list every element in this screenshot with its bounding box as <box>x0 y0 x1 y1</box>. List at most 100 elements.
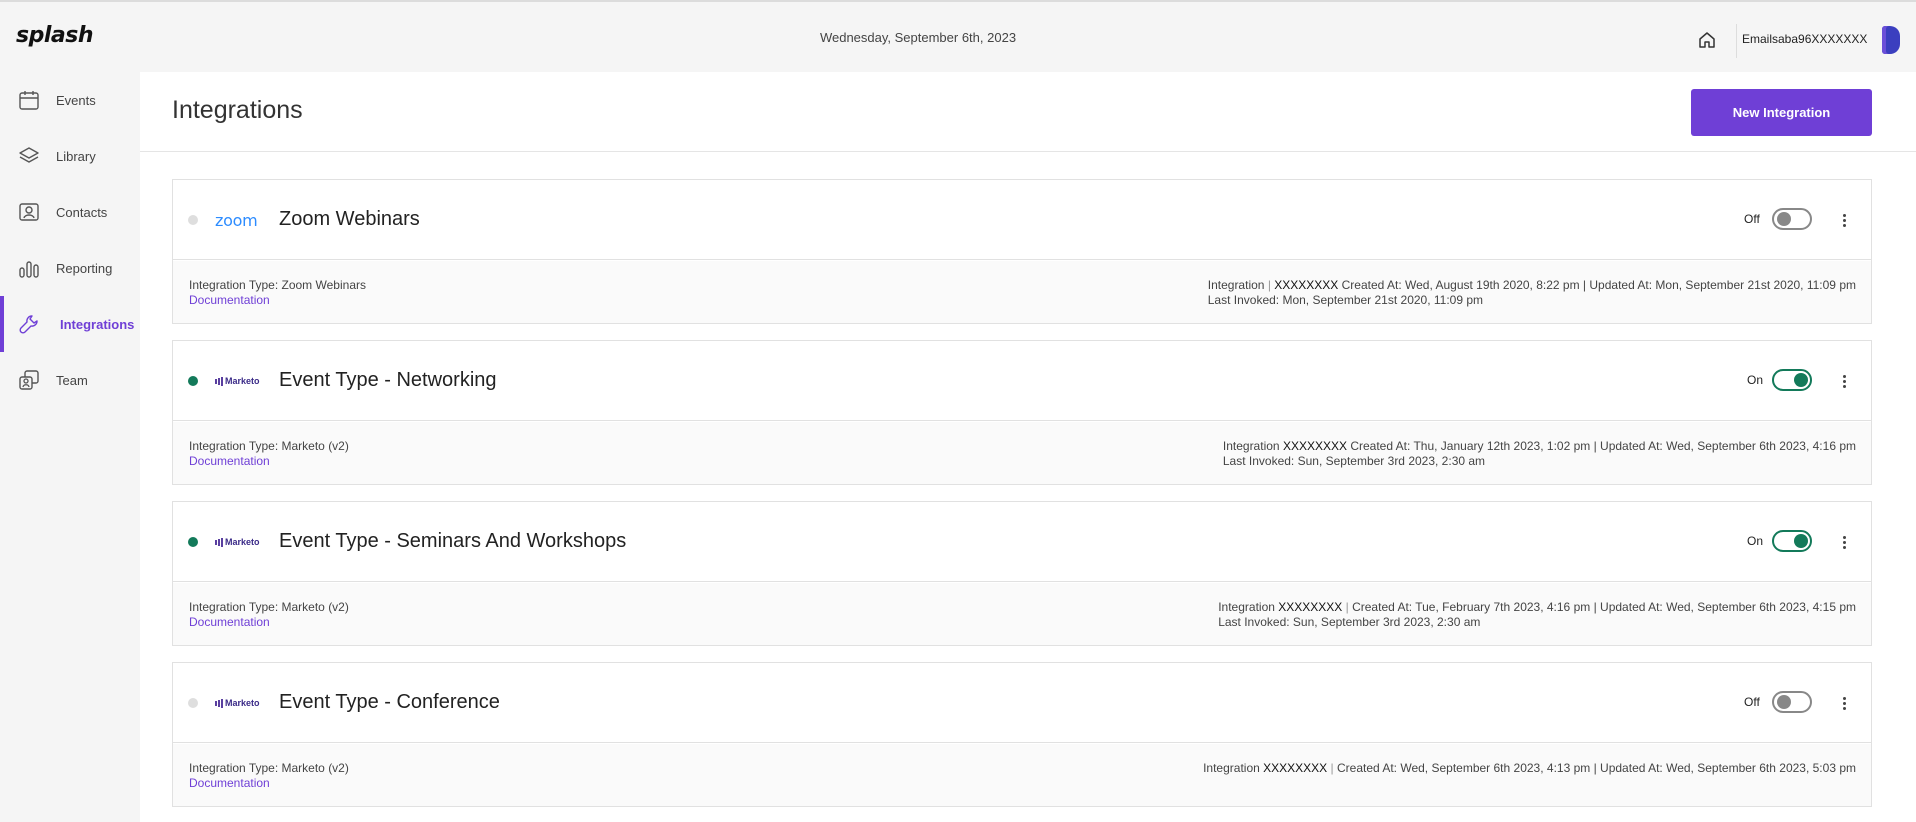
integration-label: Integration <box>1222 439 1280 453</box>
sidebar-item-label: Library <box>56 148 96 164</box>
sidebar-item-label: Reporting <box>56 260 113 276</box>
toggle-label: Off <box>1744 695 1760 709</box>
updated-at: Updated At: Wed, September 6th 2023, 4:1… <box>1600 439 1856 453</box>
status-toggle[interactable] <box>1772 530 1812 552</box>
layers-icon <box>18 145 40 167</box>
card-details: Integration Type: Marketo (v2) Documenta… <box>173 744 1871 806</box>
main-content: Integrations New Integration zoom Zoom W… <box>140 72 1916 822</box>
status-dot <box>188 376 198 386</box>
sidebar-item-label: Integrations <box>60 316 135 332</box>
bar-chart-icon <box>18 257 40 279</box>
updated-at: Updated At: Mon, September 21st 2020, 11… <box>1589 278 1856 292</box>
status-toggle[interactable] <box>1772 691 1812 713</box>
integration-id: XXXXXXXX <box>1282 439 1347 453</box>
sidebar-item-reporting[interactable]: Reporting <box>0 240 140 296</box>
created-at: Created At: Wed, August 19th 2020, 8:22 … <box>1341 278 1580 292</box>
integration-type: Integration Type: Marketo (v2) <box>189 600 349 614</box>
last-invoked: Last Invoked: Mon, September 21st 2020, … <box>1207 293 1484 307</box>
integration-name[interactable]: Zoom Webinars <box>279 208 420 231</box>
documentation-link[interactable]: Documentation <box>189 454 270 468</box>
user-email[interactable]: Emailsaba96XXXXXXX <box>1742 32 1867 46</box>
sidebar-item-label: Team <box>56 372 88 388</box>
updated-at: Updated At: Wed, September 6th 2023, 4:1… <box>1600 600 1856 614</box>
toggle-label: On <box>1747 373 1764 387</box>
created-at: Created At: Thu, January 12th 2023, 1:02… <box>1350 439 1591 453</box>
integration-meta: Integration XXXXXXXX Created At: Thu, Ja… <box>1222 439 1856 468</box>
marketo-logo-text: Marketo <box>225 376 260 386</box>
last-invoked: Last Invoked: Sun, September 3rd 2023, 2… <box>1222 454 1486 468</box>
documentation-link[interactable]: Documentation <box>189 615 270 629</box>
page-title: Integrations <box>172 96 303 124</box>
integration-label: Integration <box>1218 600 1275 614</box>
integration-meta: Integration XXXXXXXX | Created At: Tue, … <box>1218 600 1856 629</box>
more-options-icon[interactable] <box>1836 369 1852 393</box>
documentation-link[interactable]: Documentation <box>189 293 270 307</box>
created-at: Created At: Tue, February 7th 2023, 4:16… <box>1352 600 1591 614</box>
status-dot <box>188 698 198 708</box>
sidebar-item-label: Events <box>56 92 96 108</box>
calendar-icon <box>18 89 40 111</box>
integration-card-networking: Marketo Event Type - Networking On Integ… <box>172 340 1872 485</box>
home-icon[interactable] <box>1697 30 1717 50</box>
toggle-label: On <box>1747 534 1764 548</box>
integration-id: XXXXXXXX <box>1274 278 1339 292</box>
card-details: Integration Type: Zoom Webinars Document… <box>173 261 1871 323</box>
last-invoked: Last Invoked: Sun, September 3rd 2023, 2… <box>1218 615 1481 629</box>
marketo-logo-text: Marketo <box>225 698 260 708</box>
integration-label: Integration <box>1207 278 1265 292</box>
marketo-logo: Marketo <box>215 371 265 391</box>
card-header: Marketo Event Type - Networking On <box>173 341 1871 421</box>
integration-name[interactable]: Event Type - Networking <box>279 369 497 392</box>
more-options-icon[interactable] <box>1836 691 1852 715</box>
top-divider <box>1736 24 1737 58</box>
status-toggle[interactable] <box>1772 369 1812 391</box>
integration-meta: Integration XXXXXXXX | Created At: Wed, … <box>1203 761 1856 775</box>
sidebar-item-integrations[interactable]: Integrations <box>0 296 140 352</box>
integration-type: Integration Type: Marketo (v2) <box>189 439 349 453</box>
toggle-label: Off <box>1744 212 1760 226</box>
team-icon <box>18 369 40 391</box>
created-at: Created At: Wed, September 6th 2023, 4:1… <box>1336 761 1591 775</box>
marketo-logo: Marketo <box>215 693 265 713</box>
card-header: Marketo Event Type - Seminars And Worksh… <box>173 502 1871 582</box>
contact-card-icon <box>18 201 40 223</box>
sidebar-item-library[interactable]: Library <box>0 128 140 184</box>
integration-name[interactable]: Event Type - Seminars And Workshops <box>279 530 626 553</box>
current-date: Wednesday, September 6th, 2023 <box>819 30 1017 45</box>
integration-card-seminars-workshops: Marketo Event Type - Seminars And Worksh… <box>172 501 1872 646</box>
integration-type: Integration Type: Marketo (v2) <box>189 761 349 775</box>
integration-id: XXXXXXXX <box>1263 761 1328 775</box>
integration-type: Integration Type: Zoom Webinars <box>189 278 366 292</box>
integration-meta: Integration | XXXXXXXX Created At: Wed, … <box>1207 278 1856 307</box>
more-options-icon[interactable] <box>1836 530 1852 554</box>
more-options-icon[interactable] <box>1836 208 1852 232</box>
zoom-logo-text: zoom <box>215 210 258 230</box>
wrench-icon <box>18 313 40 335</box>
card-header: zoom Zoom Webinars Off <box>173 180 1871 260</box>
card-details: Integration Type: Marketo (v2) Documenta… <box>173 583 1871 645</box>
integration-name[interactable]: Event Type - Conference <box>279 691 500 714</box>
integration-card-zoom-webinars: zoom Zoom Webinars Off Integration Type:… <box>172 179 1872 324</box>
integration-id: XXXXXXXX <box>1278 600 1343 614</box>
sidebar-item-label: Contacts <box>56 204 108 220</box>
marketo-logo-text: Marketo <box>225 537 260 547</box>
new-integration-button[interactable]: New Integration <box>1691 89 1872 136</box>
status-toggle[interactable] <box>1772 208 1812 230</box>
card-details: Integration Type: Marketo (v2) Documenta… <box>173 422 1871 484</box>
sidebar: Events Library Contacts Reporting Integr… <box>0 72 140 822</box>
status-dot <box>188 537 198 547</box>
integration-card-conference: Marketo Event Type - Conference Off Inte… <box>172 662 1872 807</box>
page-header: Integrations New Integration <box>140 72 1916 152</box>
avatar[interactable] <box>1882 26 1900 54</box>
zoom-logo: zoom <box>215 210 265 230</box>
top-bar: splash Wednesday, September 6th, 2023 Em… <box>0 0 1916 72</box>
marketo-logo: Marketo <box>215 532 265 552</box>
sidebar-item-events[interactable]: Events <box>0 72 140 128</box>
status-dot <box>188 215 198 225</box>
integration-label: Integration <box>1203 761 1260 775</box>
updated-at: Updated At: Wed, September 6th 2023, 5:0… <box>1600 761 1856 775</box>
documentation-link[interactable]: Documentation <box>189 776 270 790</box>
card-header: Marketo Event Type - Conference Off <box>173 663 1871 743</box>
sidebar-item-team[interactable]: Team <box>0 352 140 408</box>
sidebar-item-contacts[interactable]: Contacts <box>0 184 140 240</box>
